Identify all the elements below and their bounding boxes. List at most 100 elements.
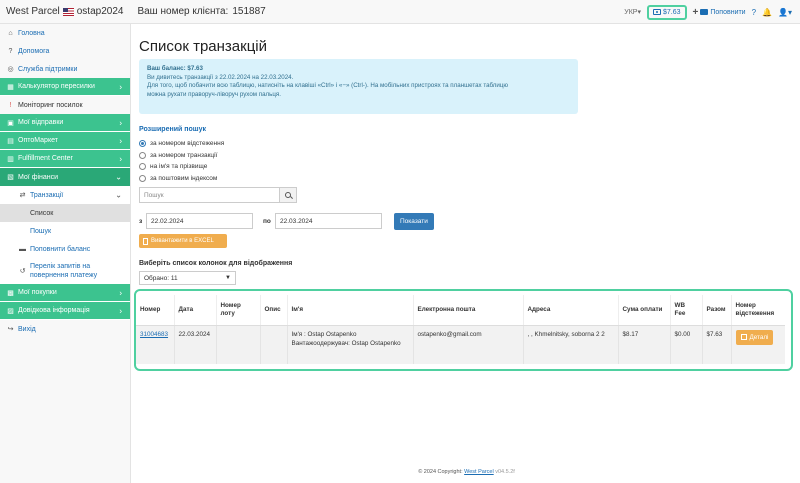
- radio-name[interactable]: на ім'я та прізвище: [139, 161, 224, 173]
- cell-number: 31004683: [136, 325, 175, 364]
- export-excel-button[interactable]: Вивантажити в EXCEL: [139, 234, 227, 248]
- columns-select[interactable]: Обрано: 11 ▼: [139, 271, 236, 285]
- box-icon: ▣: [7, 119, 14, 127]
- table-row: 31004683 22.03.2024 Ім'я : Ostap Ostapen…: [136, 325, 785, 364]
- date-to-label: по: [263, 217, 271, 225]
- col-date[interactable]: Дата: [174, 295, 217, 326]
- radio-transaction-number[interactable]: за номером транзакції: [139, 150, 224, 162]
- advanced-search-title: Розширений пошук: [139, 126, 206, 133]
- sidebar-item-transactions[interactable]: ⇄ Транзакції ⌄: [0, 186, 130, 204]
- file-excel-icon: [143, 237, 148, 245]
- chevron-right-icon: ›: [119, 306, 122, 315]
- hint-line-1: Для того, щоб побачити всю таблицю, нати…: [147, 82, 509, 89]
- caret-down-icon: ▼: [225, 275, 231, 281]
- radio-button[interactable]: [139, 163, 146, 171]
- name-line: Ім'я : Ostap Ostapenko: [291, 330, 357, 338]
- col-email[interactable]: Електронна пошта: [413, 295, 524, 326]
- search-group: [139, 187, 297, 203]
- question-icon: ?: [8, 47, 13, 55]
- user-menu-icon[interactable]: 👤▾: [778, 8, 792, 17]
- radio-button-checked[interactable]: [139, 140, 146, 148]
- calculator-icon: ▦: [7, 83, 14, 91]
- col-name[interactable]: Ім'я: [287, 295, 414, 326]
- wallet-icon: ▬: [19, 245, 26, 253]
- radio-button[interactable]: [139, 174, 146, 182]
- sidebar-item-fulfillment[interactable]: ▥ Fulfillment Center ›: [0, 150, 130, 168]
- col-lot[interactable]: Номер лоту: [216, 295, 261, 326]
- username[interactable]: ostap2024: [77, 6, 124, 17]
- col-address[interactable]: Адреса: [523, 295, 619, 326]
- col-total[interactable]: Разом: [702, 295, 732, 326]
- chevron-right-icon: ›: [119, 82, 122, 91]
- sidebar-item-home[interactable]: ⌂ Головна: [0, 24, 130, 42]
- language-dropdown[interactable]: УКР▾: [624, 8, 641, 16]
- sidebar-item-my-shipments[interactable]: ▣ Мої відправки ›: [0, 114, 130, 132]
- finance-icon: ▧: [7, 174, 14, 181]
- alert-icon: !: [9, 101, 12, 109]
- radio-button[interactable]: [139, 151, 146, 159]
- exchange-icon: ⇄: [19, 192, 26, 199]
- details-button[interactable]: Деталі: [735, 329, 774, 345]
- footer: © 2024 Copyright: West Parcel v04.5.2f: [139, 469, 794, 475]
- balance-badge[interactable]: $7.63: [647, 4, 687, 20]
- sidebar-item-calculator[interactable]: ▦ Калькулятор пересилки ›: [0, 78, 130, 96]
- sidebar-item-list[interactable]: Список: [0, 204, 130, 222]
- cell-description: [260, 325, 288, 364]
- columns-selected-value: Обрано: 11: [144, 274, 178, 282]
- radio-postal-code[interactable]: за поштовим індексом: [139, 173, 224, 185]
- chevron-down-icon: ⌄: [115, 190, 122, 200]
- chevron-right-icon: ›: [119, 136, 122, 145]
- chevron-down-icon: ⌄: [115, 172, 122, 182]
- sidebar-item-monitoring[interactable]: ! Моніторинг посилок: [0, 96, 130, 114]
- recipient-line: Вантажоодержувач: Ostap Ostapenko: [291, 339, 401, 347]
- transactions-table-highlight: Номер Дата Номер лоту Опис Ім'я Електрон…: [134, 289, 793, 371]
- search-type-radio-group: за номером відстеження за номером транза…: [139, 138, 224, 184]
- info-alert: Ваш баланс: $7.63 Ви дивитесь транзакції…: [139, 59, 578, 114]
- sidebar-item-reference[interactable]: ▨ Довідкова інформація ›: [0, 302, 130, 320]
- date-from-label: з: [139, 217, 143, 225]
- cell-tracking: Деталі: [731, 325, 785, 364]
- top-right-controls: УКР▾ $7.63 + Поповнити ? 🔔 👤▾: [624, 0, 792, 24]
- date-to-input[interactable]: [275, 213, 382, 229]
- cell-payment: $8.17: [618, 325, 671, 364]
- sidebar-item-topup-balance[interactable]: ▬ Поповнити баланс: [0, 240, 130, 258]
- hint-line-2: можна рухати праворуч-ліворуч рухом паль…: [147, 90, 281, 98]
- footer-copyright: © 2024 Copyright:: [418, 469, 463, 475]
- footer-version: v04.5.2f: [495, 469, 515, 475]
- col-number[interactable]: Номер: [136, 295, 175, 326]
- sidebar-item-my-purchases[interactable]: ▩ Мої покупки ›: [0, 284, 130, 302]
- brand-name[interactable]: West Parcel: [6, 6, 60, 17]
- show-button[interactable]: Показати: [394, 212, 434, 230]
- date-from-input[interactable]: [146, 213, 253, 229]
- col-wb-fee[interactable]: WB Fee: [670, 295, 703, 326]
- footer-link[interactable]: West Parcel: [464, 469, 494, 475]
- sidebar: ⌂ Головна ? Допомога ◎ Служба підтримки ▦ Ка…: [0, 24, 131, 483]
- balance-label: Ваш баланс:: [147, 65, 186, 72]
- col-tracking[interactable]: Номер відстеження: [731, 295, 785, 326]
- help-icon[interactable]: ?: [752, 8, 756, 17]
- brand[interactable]: West Parcel ostap2024: [6, 6, 123, 17]
- cell-name: Ім'я : Ostap Ostapenko Вантажоодержувач:…: [287, 325, 414, 364]
- sidebar-item-optomarket[interactable]: ▤ ОптоМаркет ›: [0, 132, 130, 150]
- sidebar-item-payment-requests[interactable]: ↺ Перелік запитів на повернення платежу: [0, 258, 130, 284]
- sidebar-item-help[interactable]: ? Допомога: [0, 42, 130, 60]
- col-payment[interactable]: Сума оплати: [618, 295, 671, 326]
- topup-link[interactable]: + Поповнити: [693, 7, 746, 18]
- bell-icon[interactable]: 🔔: [762, 8, 772, 17]
- radio-tracking-number[interactable]: за номером відстеження: [139, 138, 224, 150]
- sidebar-item-my-finances[interactable]: ▧ Мої фінанси ⌄: [0, 168, 130, 186]
- table-header-row: Номер Дата Номер лоту Опис Ім'я Електрон…: [136, 295, 785, 326]
- sidebar-item-logout[interactable]: ↪ Вихід: [0, 320, 130, 338]
- transaction-link[interactable]: 31004683: [140, 331, 168, 338]
- sidebar-item-search[interactable]: Пошук: [0, 222, 130, 240]
- col-description[interactable]: Опис: [260, 295, 288, 326]
- sidebar-item-support[interactable]: ◎ Служба підтримки: [0, 60, 130, 78]
- client-number-value: 151887: [232, 6, 266, 17]
- cart-icon: ▩: [7, 289, 14, 297]
- search-button[interactable]: [279, 187, 297, 203]
- cell-lot: [216, 325, 261, 364]
- search-input[interactable]: [139, 187, 279, 203]
- cell-email: ostapenko@gmail.com: [413, 325, 524, 364]
- transactions-table: Номер Дата Номер лоту Опис Ім'я Електрон…: [136, 295, 785, 364]
- cell-address: , , Khmelnitsky, soborna 2 2: [523, 325, 619, 364]
